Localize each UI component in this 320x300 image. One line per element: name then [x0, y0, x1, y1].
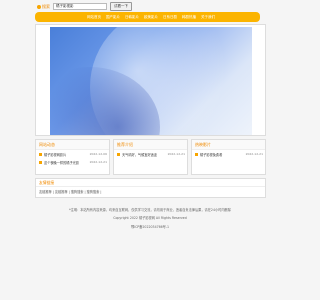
recommend-column: 推荐介绍 天气晴好，气候宜好适逢 2022-12-21 — [113, 139, 188, 175]
search-bar: 搜索 橘子影视影 试看一下 — [37, 2, 132, 11]
hero-panel — [35, 24, 266, 136]
hot-column-title: 热映影片 — [192, 140, 265, 150]
nav-item-western[interactable]: 欧美影片 — [144, 15, 158, 20]
hot-column: 热映影片 橘子影视免费看 2022-12-21 — [191, 139, 266, 175]
bullet-icon — [39, 152, 42, 156]
search-input[interactable]: 橘子影视影 — [53, 3, 107, 10]
friend-links: 友情链接 友链推荐 | 友链推荐 | 搜狗搜索 | 搜狗搜索 | — [35, 178, 266, 198]
nav-item-domestic[interactable]: 国产影片 — [106, 15, 120, 20]
nav-item-jp-kr[interactable]: 日韩影片 — [125, 15, 139, 20]
bullet-icon — [39, 160, 42, 164]
footer-icp[interactable]: 鄂ICP备2022034766号-1 — [0, 224, 300, 229]
list-item[interactable]: 橘子影视网影片 2022-12-06 — [36, 150, 109, 158]
friend-links-title: 友情链接 — [36, 179, 265, 187]
main-nav: 网站首页 国产影片 日韩影片 欧美影片 日系日剧 韩剧热播 关于我们 — [35, 12, 260, 22]
news-column: 网站动态 橘子影视网影片 2022-12-06 这个夜晚一样的橘子光影 2022… — [35, 139, 110, 175]
friend-links-list[interactable]: 友链推荐 | 友链推荐 | 搜狗搜索 | 搜狗搜索 | — [36, 187, 265, 196]
search-label-text: 搜索 — [42, 3, 50, 9]
news-column-title: 网站动态 — [36, 140, 109, 150]
bullet-icon — [117, 152, 120, 156]
bullet-icon — [195, 152, 198, 156]
nav-item-kr-drama[interactable]: 韩剧热播 — [182, 15, 196, 20]
list-item[interactable]: 天气晴好，气候宜好适逢 2022-12-21 — [114, 150, 187, 158]
nav-item-about[interactable]: 关于我们 — [201, 15, 215, 20]
footer-copyright: Copyright 2022 橘子影视网 All Rights Reserved — [113, 216, 187, 220]
recommend-column-title: 推荐介绍 — [114, 140, 187, 150]
hero-image — [50, 27, 252, 135]
list-item[interactable]: 橘子影视免费看 2022-12-21 — [192, 150, 265, 158]
search-icon — [37, 4, 41, 9]
nav-item-jp-drama[interactable]: 日系日剧 — [163, 15, 177, 20]
list-item[interactable]: 这个夜晚一样的橘子光影 2022-12-21 — [36, 158, 109, 166]
nav-item-home[interactable]: 网站首页 — [87, 15, 101, 20]
search-label: 搜索 — [37, 4, 50, 10]
footer-disclaimer: *注明：本站所有内容来源，均来自互联网，仅供学习交流，请勿用于商业，违者自负法律… — [69, 208, 231, 212]
search-button[interactable]: 试看一下 — [110, 2, 132, 11]
